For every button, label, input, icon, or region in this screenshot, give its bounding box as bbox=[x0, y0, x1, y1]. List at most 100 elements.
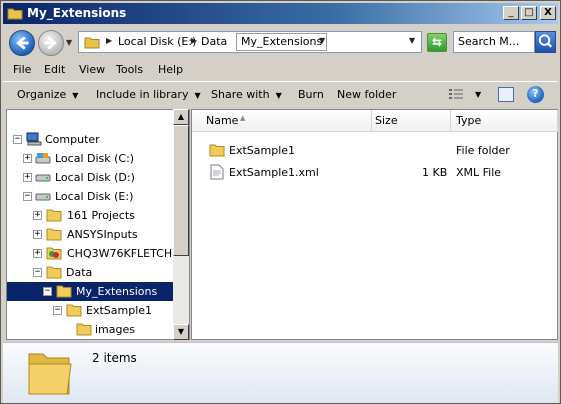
navigation-bar: ▼ ▶ Local Disk (E:) ▶ Data My_Extensions… bbox=[3, 26, 558, 59]
column-header-name[interactable]: Name ▲ bbox=[192, 110, 372, 132]
navigation-tree[interactable]: − Computer + Local Disk (C:) + Local Dis… bbox=[6, 109, 190, 340]
forward-button[interactable] bbox=[38, 30, 64, 56]
menu-help[interactable]: Help bbox=[158, 63, 183, 76]
scroll-down-button[interactable]: ▼ bbox=[173, 324, 189, 340]
search-input[interactable]: Search M... bbox=[453, 31, 535, 53]
tree-scrollbar[interactable]: ▲ ▼ bbox=[173, 109, 189, 340]
breadcrumb-separator-icon[interactable]: ▼ bbox=[319, 36, 325, 45]
menu-view[interactable]: View bbox=[79, 63, 105, 76]
folder-icon bbox=[84, 37, 100, 49]
tree-item-extsample1[interactable]: − ExtSample1 bbox=[7, 301, 174, 320]
tree-item-local-disk-c[interactable]: + Local Disk (C:) bbox=[7, 149, 174, 168]
search-icon bbox=[538, 34, 553, 48]
column-header-row: Name ▲ Size Type bbox=[192, 110, 558, 132]
tree-item-label: Local Disk (D:) bbox=[55, 171, 135, 184]
column-header-type[interactable]: Type bbox=[451, 110, 558, 132]
expand-icon[interactable]: + bbox=[33, 230, 42, 239]
chevron-down-icon: ▼ bbox=[72, 91, 79, 100]
tree-item-label: Local Disk (C:) bbox=[55, 152, 135, 165]
drive-icon bbox=[35, 153, 51, 164]
expand-icon[interactable]: + bbox=[33, 211, 42, 220]
burn-button[interactable]: Burn bbox=[298, 88, 324, 101]
preview-pane-icon[interactable] bbox=[498, 87, 514, 102]
forward-arrow-icon bbox=[44, 36, 57, 50]
collapse-icon[interactable]: − bbox=[43, 287, 52, 296]
tree-item-images[interactable]: images bbox=[7, 320, 174, 339]
title-bar[interactable]: My_Extensions _ □ X bbox=[3, 3, 558, 24]
tree-item-label: CHQ3W76KFLETCHE bbox=[67, 247, 180, 260]
share-with-button[interactable]: Share with ▼ bbox=[211, 88, 282, 101]
expand-icon[interactable]: + bbox=[23, 173, 32, 182]
chevron-down-icon: ▼ bbox=[194, 91, 201, 100]
file-type: XML File bbox=[456, 166, 502, 179]
view-options-icon[interactable] bbox=[448, 88, 464, 101]
tree-item-label: ANSYSInputs bbox=[67, 228, 138, 241]
address-dropdown-icon[interactable]: ▼ bbox=[409, 36, 415, 45]
breadcrumb-data[interactable]: Data bbox=[201, 35, 227, 48]
view-dropdown-icon[interactable]: ▼ bbox=[475, 90, 481, 99]
column-header-size[interactable]: Size bbox=[372, 110, 451, 132]
address-bar[interactable]: ▶ Local Disk (E:) ▶ Data My_Extensions ▼… bbox=[78, 31, 422, 53]
folder-icon bbox=[46, 209, 62, 222]
menu-file[interactable]: File bbox=[13, 63, 31, 76]
organize-button[interactable]: Organize ▼ bbox=[17, 88, 78, 101]
menu-edit[interactable]: Edit bbox=[44, 63, 65, 76]
folder-icon bbox=[209, 144, 225, 157]
expand-icon[interactable]: + bbox=[23, 154, 32, 163]
refresh-icon: ⇆ bbox=[431, 35, 443, 49]
folder-icon bbox=[7, 8, 23, 20]
tree-item-label: Local Disk (E:) bbox=[55, 190, 134, 203]
file-name: ExtSample1 bbox=[229, 144, 296, 157]
folder-icon bbox=[46, 228, 62, 241]
tree-item-label: Data bbox=[66, 266, 93, 279]
maximize-button[interactable]: □ bbox=[521, 6, 537, 20]
collapse-icon[interactable]: − bbox=[53, 306, 62, 315]
folder-icon bbox=[56, 285, 72, 298]
collapse-icon[interactable]: − bbox=[23, 192, 32, 201]
menu-tools[interactable]: Tools bbox=[116, 63, 143, 76]
file-list[interactable]: Name ▲ Size Type ExtSample1 File folder … bbox=[191, 109, 558, 340]
file-name: ExtSample1.xml bbox=[229, 166, 319, 179]
tree-item-label: images bbox=[95, 323, 135, 336]
help-icon[interactable]: ? bbox=[527, 86, 544, 103]
menu-bar: File Edit View Tools Help bbox=[3, 60, 558, 80]
tree-item-local-disk-d[interactable]: + Local Disk (D:) bbox=[7, 168, 174, 187]
tree-item-my-extensions[interactable]: − My_Extensions bbox=[7, 282, 174, 301]
new-folder-button[interactable]: New folder bbox=[337, 88, 396, 101]
explorer-window: My_Extensions _ □ X ▼ ▶ Local Disk (E:) … bbox=[0, 0, 561, 404]
breadcrumb-my-extensions[interactable]: My_Extensions bbox=[236, 33, 328, 51]
scroll-thumb[interactable] bbox=[173, 125, 189, 256]
collapse-icon[interactable]: − bbox=[33, 268, 42, 277]
tree-item-label: 161 Projects bbox=[67, 209, 135, 222]
window-title: My_Extensions bbox=[27, 6, 127, 20]
folder-icon bbox=[28, 353, 72, 395]
tree-item-ansysinputs[interactable]: + ANSYSInputs bbox=[7, 225, 174, 244]
breadcrumb-separator-icon[interactable]: ▶ bbox=[191, 36, 197, 45]
minimize-button[interactable]: _ bbox=[503, 6, 519, 20]
close-button[interactable]: X bbox=[540, 6, 556, 20]
tree-item-161-projects[interactable]: + 161 Projects bbox=[7, 206, 174, 225]
include-in-library-button[interactable]: Include in library ▼ bbox=[96, 88, 201, 101]
back-button[interactable] bbox=[9, 30, 35, 56]
user-folder-icon bbox=[46, 247, 62, 260]
scroll-up-button[interactable]: ▲ bbox=[173, 109, 189, 125]
tree-item-data[interactable]: − Data bbox=[7, 263, 174, 282]
expand-icon[interactable]: + bbox=[33, 249, 42, 258]
collapse-icon[interactable]: − bbox=[13, 135, 22, 144]
drive-icon bbox=[35, 193, 51, 201]
file-size: 1 KB bbox=[422, 166, 448, 179]
tree-item-label: ExtSample1 bbox=[86, 304, 153, 317]
breadcrumb-separator-icon[interactable]: ▶ bbox=[106, 36, 112, 45]
tree-item-chq3w76kfletche[interactable]: + CHQ3W76KFLETCHE bbox=[7, 244, 179, 263]
recent-pages-dropdown[interactable]: ▼ bbox=[66, 38, 72, 47]
tree-item-local-disk-e[interactable]: − Local Disk (E:) bbox=[7, 187, 174, 206]
tree-item-label: Computer bbox=[45, 133, 100, 146]
chevron-down-icon: ▼ bbox=[275, 91, 282, 100]
breadcrumb-local-disk-e[interactable]: Local Disk (E:) bbox=[118, 35, 196, 48]
search-button[interactable] bbox=[535, 31, 556, 53]
folder-icon bbox=[66, 304, 82, 317]
refresh-button[interactable]: ⇆ bbox=[427, 33, 447, 52]
list-item[interactable]: ExtSample1 File folder bbox=[192, 139, 558, 161]
list-item[interactable]: ExtSample1.xml 1 KB XML File bbox=[192, 161, 558, 183]
tree-item-computer[interactable]: − Computer bbox=[7, 130, 174, 149]
